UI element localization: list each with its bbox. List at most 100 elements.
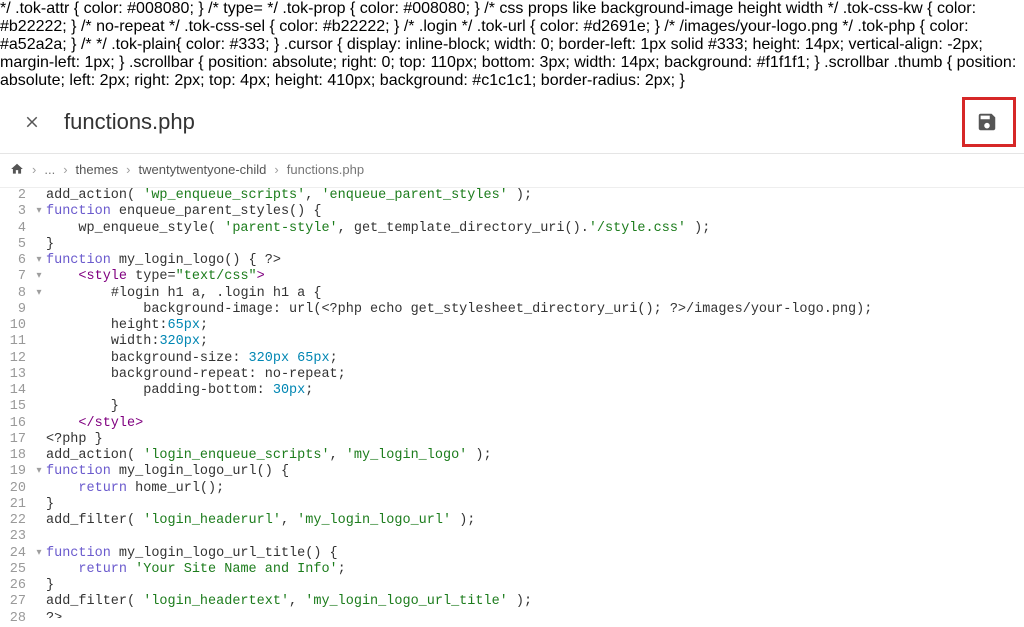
- fold-spacer: [32, 399, 46, 415]
- code-token: return: [78, 562, 127, 577]
- code-token: my_login_logo_url_title() {: [111, 546, 338, 561]
- code-token: [46, 302, 143, 317]
- code-token: );: [467, 448, 491, 463]
- code-token: add_action(: [46, 448, 143, 463]
- line-number: 3: [0, 204, 26, 220]
- home-icon: [10, 162, 24, 176]
- code-line[interactable]: function enqueue_parent_styles() {: [46, 204, 1024, 220]
- code-line[interactable]: height:65px;: [46, 318, 1024, 334]
- code-line[interactable]: width:320px;: [46, 334, 1024, 350]
- code-token: 65px: [297, 351, 329, 366]
- code-token: [127, 562, 135, 577]
- line-number: 26: [0, 578, 26, 594]
- fold-marker[interactable]: ▾: [32, 253, 46, 269]
- fold-marker[interactable]: ▾: [32, 269, 46, 285]
- line-number: 9: [0, 302, 26, 318]
- code-line[interactable]: }: [46, 578, 1024, 594]
- code-token: 'login_enqueue_scripts': [143, 448, 329, 463]
- fold-spacer: [32, 237, 46, 253]
- code-token: ;: [330, 351, 338, 366]
- code-line[interactable]: <style type="text/css">: [46, 269, 1024, 285]
- fold-marker[interactable]: ▾: [32, 204, 46, 220]
- code-token: "text/css": [176, 269, 257, 284]
- code-line[interactable]: [46, 529, 1024, 545]
- code-line[interactable]: ?>: [46, 611, 1024, 619]
- save-button[interactable]: [967, 102, 1007, 142]
- code-line[interactable]: <?php }: [46, 432, 1024, 448]
- code-line[interactable]: </style>: [46, 416, 1024, 432]
- line-number: 2: [0, 188, 26, 204]
- code-token: my_login_logo_url() {: [111, 464, 289, 479]
- breadcrumb-home[interactable]: [10, 162, 24, 177]
- code-token: background-repeat: [111, 367, 249, 382]
- code-editor[interactable]: 2345678910111213141516171819202122232425…: [0, 187, 1024, 618]
- fold-gutter[interactable]: ▾▾▾▾▾▾: [32, 188, 46, 618]
- code-line[interactable]: }: [46, 399, 1024, 415]
- code-line[interactable]: add_action( 'login_enqueue_scripts', 'my…: [46, 448, 1024, 464]
- code-token: <style: [78, 269, 135, 284]
- code-line[interactable]: #login h1 a, .login h1 a {: [46, 286, 1024, 302]
- code-token: ;: [200, 318, 208, 333]
- code-line[interactable]: background-repeat: no-repeat;: [46, 367, 1024, 383]
- code-token: add_filter(: [46, 594, 143, 609]
- page-title: functions.php: [64, 109, 962, 135]
- code-line[interactable]: function my_login_logo() { ?>: [46, 253, 1024, 269]
- fold-spacer: [32, 416, 46, 432]
- breadcrumb-item-current: functions.php: [287, 162, 364, 177]
- code-token: [46, 318, 111, 333]
- breadcrumb-sep: ›: [63, 162, 67, 177]
- code-area[interactable]: add_action( 'wp_enqueue_scripts', 'enque…: [46, 188, 1024, 618]
- fold-marker[interactable]: ▾: [32, 546, 46, 562]
- code-token: function: [46, 464, 111, 479]
- fold-spacer: [32, 188, 46, 204]
- fold-spacer: [32, 497, 46, 513]
- code-token: ?>: [670, 302, 686, 317]
- breadcrumb-item-child[interactable]: twentytwentyone-child: [139, 162, 267, 177]
- code-line[interactable]: padding-bottom: 30px;: [46, 383, 1024, 399]
- fold-marker[interactable]: ▾: [32, 464, 46, 480]
- line-number: 11: [0, 334, 26, 350]
- code-line[interactable]: background-size: 320px 65px;: [46, 351, 1024, 367]
- code-line[interactable]: }: [46, 237, 1024, 253]
- line-number: 24: [0, 546, 26, 562]
- code-line[interactable]: return home_url();: [46, 481, 1024, 497]
- code-line[interactable]: add_filter( 'login_headertext', 'my_logi…: [46, 594, 1024, 610]
- code-token: : url(: [273, 302, 322, 317]
- close-icon: [23, 113, 41, 131]
- code-token: [46, 351, 111, 366]
- line-number: 17: [0, 432, 26, 448]
- code-token: ?>: [46, 611, 62, 619]
- code-token: 320px: [249, 351, 290, 366]
- line-number: 14: [0, 383, 26, 399]
- code-line[interactable]: }: [46, 497, 1024, 513]
- line-number: 6: [0, 253, 26, 269]
- code-token: [46, 334, 111, 349]
- line-number: 5: [0, 237, 26, 253]
- code-token: 30px: [273, 383, 305, 398]
- line-number: 12: [0, 351, 26, 367]
- fold-spacer: [32, 318, 46, 334]
- breadcrumb-ellipsis[interactable]: ...: [44, 162, 55, 177]
- code-line[interactable]: background-image: url(<?php echo get_sty…: [46, 302, 1024, 318]
- close-button[interactable]: [8, 98, 56, 146]
- code-token: background-image: [143, 302, 273, 317]
- code-token: function: [46, 546, 111, 561]
- fold-marker[interactable]: ▾: [32, 286, 46, 302]
- code-line[interactable]: add_action( 'wp_enqueue_scripts', 'enque…: [46, 188, 1024, 204]
- code-line[interactable]: add_filter( 'login_headerurl', 'my_login…: [46, 513, 1024, 529]
- fold-spacer: [32, 448, 46, 464]
- code-token: width: [111, 334, 152, 349]
- breadcrumb-item-themes[interactable]: themes: [76, 162, 119, 177]
- code-token: :: [232, 351, 248, 366]
- code-line[interactable]: function my_login_logo_url_title() {: [46, 546, 1024, 562]
- code-token: wp_enqueue_style(: [46, 221, 224, 236]
- fold-spacer: [32, 529, 46, 545]
- code-token: ,: [289, 594, 305, 609]
- code-token: 'login_headertext': [143, 594, 289, 609]
- code-line[interactable]: return 'Your Site Name and Info';: [46, 562, 1024, 578]
- code-line[interactable]: wp_enqueue_style( 'parent-style', get_te…: [46, 221, 1024, 237]
- save-button-highlight: [962, 97, 1016, 147]
- code-token: 'parent-style': [224, 221, 337, 236]
- code-token: <?php echo: [321, 302, 402, 317]
- code-line[interactable]: function my_login_logo_url() {: [46, 464, 1024, 480]
